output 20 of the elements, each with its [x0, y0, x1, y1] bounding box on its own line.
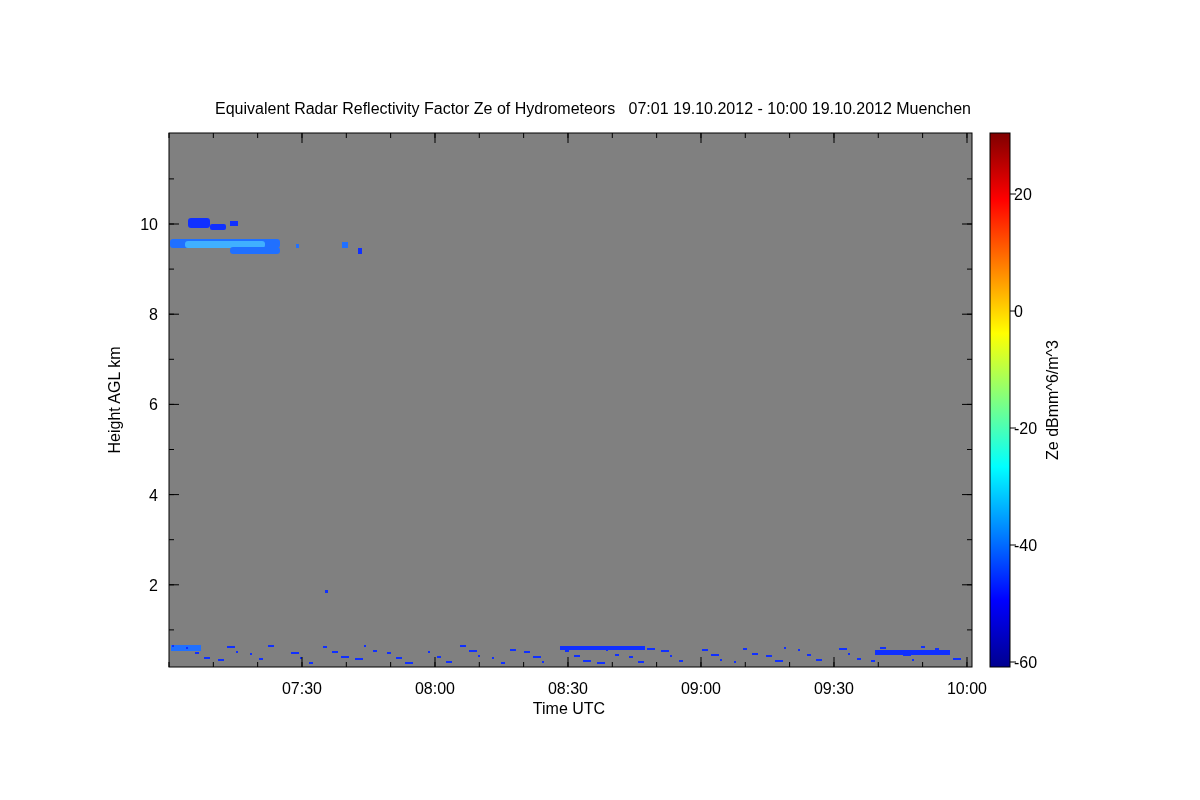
- colorbar-tick-label: 20: [1014, 186, 1032, 203]
- colorbar-tick-label: 0: [1014, 303, 1023, 320]
- colorbar-tick-label: -60: [1014, 654, 1038, 671]
- colorbar-tick-label: -40: [1014, 537, 1038, 554]
- chart-title: Equivalent Radar Reflectivity Factor Ze of Hydrometeors 07:01 19.10.2012 - 10:00 19.10.2012 Muenchen: [215, 100, 971, 117]
- y-tick-label: 10: [140, 216, 158, 233]
- y-axis-label: Height AGL km: [106, 346, 123, 454]
- x-tick-label: 07:30: [282, 680, 322, 697]
- x-tick-label: 09:00: [681, 680, 721, 697]
- x-tick-label: 09:30: [814, 680, 854, 697]
- x-tick-label: 08:30: [548, 680, 588, 697]
- colorbar-label: Ze dBmm^6/m^3: [1044, 340, 1061, 460]
- x-axis-label: Time UTC: [532, 700, 606, 717]
- y-tick-label: 4: [149, 486, 158, 504]
- y-tick-label: 2: [149, 576, 158, 594]
- x-tick-label: 10:00: [947, 680, 987, 697]
- y-tick-label: 6: [149, 396, 158, 414]
- x-tick-label: 08:00: [415, 680, 455, 697]
- y-tick-label: 8: [149, 306, 158, 324]
- colorbar-tick-label: -20: [1014, 420, 1038, 437]
